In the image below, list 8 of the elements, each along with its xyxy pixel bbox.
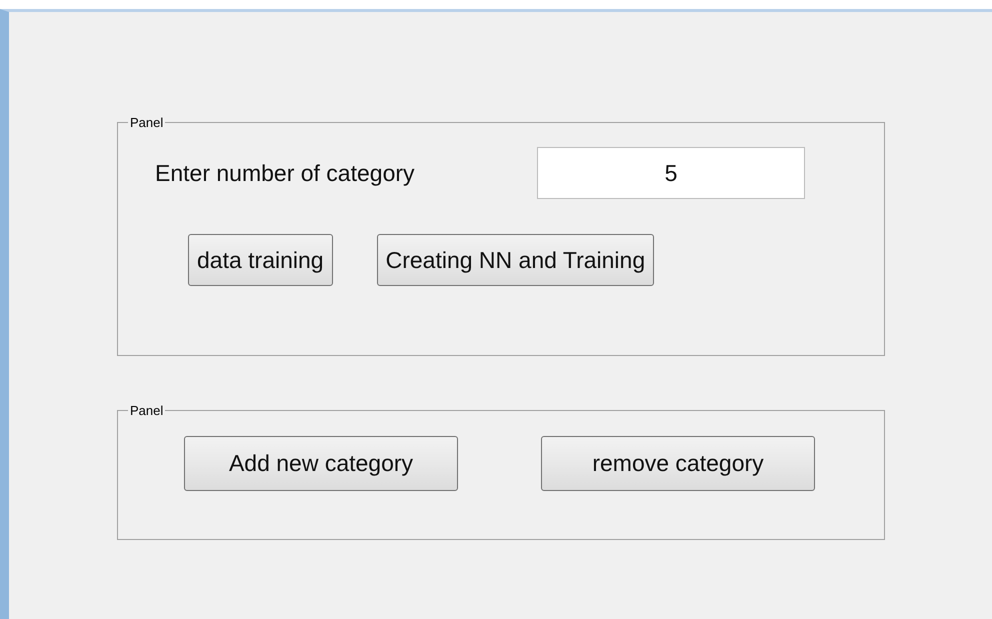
field-label: Enter number of category (155, 160, 416, 186)
push-button[interactable]: Add new category (184, 436, 458, 491)
push-button[interactable]: remove category (541, 436, 815, 491)
push-button[interactable]: Creating NN and Training (376, 234, 654, 286)
push-button[interactable]: data training (188, 234, 333, 286)
panel-title: Panel (129, 403, 164, 418)
panel-title: Panel (129, 115, 164, 130)
input-field[interactable]: 5 (537, 147, 805, 199)
